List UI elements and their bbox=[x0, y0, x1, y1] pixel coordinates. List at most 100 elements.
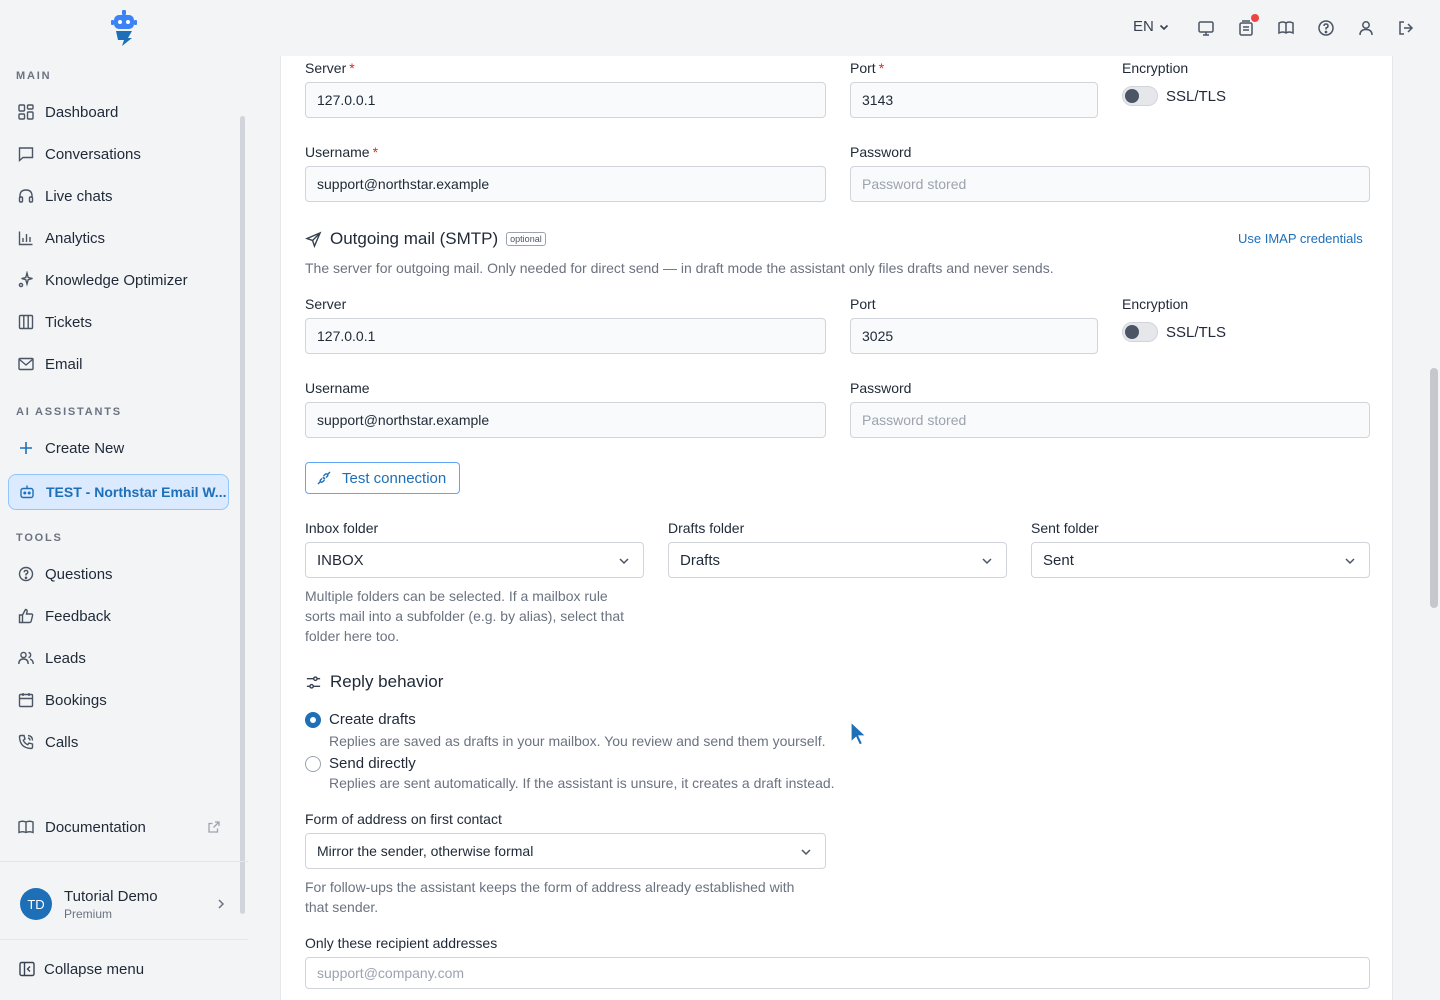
test-connection-label: Test connection bbox=[342, 469, 447, 487]
sent-folder-select[interactable]: Sent bbox=[1031, 542, 1370, 578]
sidebar-item-email[interactable]: Email bbox=[8, 346, 229, 382]
reply-behavior-title: Reply behavior bbox=[305, 672, 443, 692]
send-directly-description: Replies are sent automatically. If the a… bbox=[329, 775, 835, 791]
chevron-right-icon bbox=[218, 899, 225, 909]
sidebar-item-knowledge-optimizer[interactable]: Knowledge Optimizer bbox=[8, 262, 229, 298]
smtp-ssl-toggle[interactable]: SSL/TLS bbox=[1122, 322, 1226, 342]
chevron-down-icon bbox=[982, 558, 992, 565]
form-of-address-value: Mirror the sender, otherwise formal bbox=[317, 843, 534, 859]
collapse-menu-button[interactable]: Collapse menu bbox=[18, 960, 144, 978]
smtp-password-label: Password bbox=[850, 380, 912, 396]
form-of-address-hint: For follow-ups the assistant keeps the f… bbox=[305, 877, 794, 917]
folder-hint: Multiple folders can be selected. If a m… bbox=[305, 586, 650, 646]
smtp-port-label: Port bbox=[850, 296, 876, 312]
recipient-addresses-label: Only these recipient addresses bbox=[305, 935, 498, 951]
inbox-folder-select[interactable]: INBOX bbox=[305, 542, 644, 578]
toggle-switch[interactable] bbox=[1122, 322, 1158, 342]
sidebar-item-label: Questions bbox=[45, 565, 113, 583]
logout-icon[interactable] bbox=[1396, 18, 1416, 38]
use-imap-credentials-link[interactable]: Use IMAP credentials bbox=[1238, 231, 1363, 246]
sidebar-item-label: Email bbox=[45, 355, 83, 373]
sidebar-item-live-chats[interactable]: Live chats bbox=[8, 178, 229, 214]
smtp-encryption-label: Encryption bbox=[1122, 296, 1189, 312]
sidebar-item-label: Leads bbox=[45, 649, 86, 667]
profile-info: Tutorial Demo Premium bbox=[64, 888, 158, 921]
sidebar-item-questions[interactable]: Questions bbox=[8, 556, 229, 592]
create-drafts-title: Create drafts bbox=[329, 711, 416, 728]
radio-button[interactable] bbox=[305, 756, 321, 772]
sidebar-item-label: Conversations bbox=[45, 145, 141, 163]
smtp-server-input[interactable]: 127.0.0.1 bbox=[305, 318, 826, 354]
recipient-addresses-input[interactable]: support@company.com bbox=[305, 957, 1370, 989]
sidebar-item-calls[interactable]: Calls bbox=[8, 724, 229, 760]
language-label: EN bbox=[1133, 18, 1154, 35]
imap-ssl-toggle[interactable]: SSL/TLS bbox=[1122, 86, 1226, 106]
form-of-address-select[interactable]: Mirror the sender, otherwise formal bbox=[305, 833, 826, 869]
book-open-icon[interactable] bbox=[1276, 18, 1296, 38]
user-profile[interactable]: TD Tutorial Demo Premium bbox=[8, 880, 240, 928]
sidebar-item-dashboard[interactable]: Dashboard bbox=[8, 94, 229, 130]
drafts-folder-select[interactable]: Drafts bbox=[668, 542, 1007, 578]
reply-option-create-drafts[interactable]: Create drafts Replies are saved as draft… bbox=[305, 711, 826, 749]
calendar-icon bbox=[18, 693, 34, 708]
imap-server-input[interactable]: 127.0.0.1 bbox=[305, 82, 826, 118]
mouse-cursor-icon bbox=[850, 720, 868, 746]
sidebar-item-bookings[interactable]: Bookings bbox=[8, 682, 229, 718]
book-icon bbox=[18, 820, 34, 834]
sidebar-item-leads[interactable]: Leads bbox=[8, 640, 229, 676]
smtp-username-input[interactable]: support@northstar.example bbox=[305, 402, 826, 438]
sidebar-item-label: Bookings bbox=[45, 691, 107, 709]
plug-icon bbox=[317, 471, 331, 485]
sidebar-collapse-icon bbox=[19, 961, 35, 977]
sidebar-item-label: Calls bbox=[45, 733, 79, 751]
imap-port-input[interactable]: 3143 bbox=[850, 82, 1098, 118]
sidebar-item-conversations[interactable]: Conversations bbox=[8, 136, 229, 172]
sidebar-scrollbar[interactable] bbox=[240, 116, 245, 914]
sidebar-divider bbox=[0, 861, 248, 862]
sidebar-item-label: Knowledge Optimizer bbox=[45, 271, 188, 289]
create-drafts-description: Replies are saved as drafts in your mail… bbox=[329, 733, 826, 749]
sidebar-item-active-assistant[interactable]: TEST - Northstar Email W... bbox=[8, 474, 229, 510]
reply-option-send-directly[interactable]: Send directly Replies are sent automatic… bbox=[305, 755, 835, 791]
smtp-port-input[interactable]: 3025 bbox=[850, 318, 1098, 354]
question-icon bbox=[18, 566, 34, 582]
smtp-description: The server for outgoing mail. Only neede… bbox=[305, 260, 1054, 276]
create-new-assistant-button[interactable]: Create New bbox=[8, 430, 229, 466]
folder-hint-line: Multiple folders can be selected. If a m… bbox=[305, 588, 608, 604]
test-connection-button[interactable]: Test connection bbox=[305, 462, 460, 494]
app-logo[interactable] bbox=[110, 10, 138, 46]
toggle-switch[interactable] bbox=[1122, 86, 1158, 106]
address-hint-line: For follow-ups the assistant keeps the f… bbox=[305, 879, 795, 895]
create-new-label: Create New bbox=[45, 439, 125, 457]
imap-port-label: Port * bbox=[850, 60, 885, 76]
sidebar-item-label: Live chats bbox=[45, 187, 113, 205]
collapse-menu-label: Collapse menu bbox=[44, 960, 145, 978]
profile-name: Tutorial Demo bbox=[64, 887, 158, 905]
sidebar: MAIN Dashboard Conversations Live chats … bbox=[0, 56, 248, 1000]
language-selector[interactable]: EN bbox=[1133, 18, 1170, 35]
sidebar-item-feedback[interactable]: Feedback bbox=[8, 598, 229, 634]
sidebar-item-documentation[interactable]: Documentation bbox=[8, 809, 229, 845]
section-tools-heading: TOOLS bbox=[16, 532, 63, 544]
help-icon[interactable] bbox=[1316, 18, 1336, 38]
sidebar-item-label: Analytics bbox=[45, 229, 106, 247]
smtp-password-input[interactable]: Password stored bbox=[850, 402, 1370, 438]
smtp-ssl-label: SSL/TLS bbox=[1166, 323, 1227, 341]
sidebar-item-analytics[interactable]: Analytics bbox=[8, 220, 229, 256]
imap-server-label: Server * bbox=[305, 60, 355, 76]
sent-folder-label: Sent folder bbox=[1031, 520, 1099, 536]
radio-button-selected[interactable] bbox=[305, 712, 321, 728]
notifications-icon[interactable] bbox=[1236, 14, 1259, 38]
imap-password-input[interactable]: Password stored bbox=[850, 166, 1370, 202]
main-scrollbar-thumb[interactable] bbox=[1430, 368, 1438, 608]
robot-icon bbox=[20, 485, 34, 499]
monitor-icon[interactable] bbox=[1196, 18, 1216, 38]
optional-badge: optional bbox=[506, 232, 546, 246]
imap-username-input[interactable]: support@northstar.example bbox=[305, 166, 826, 202]
users-icon bbox=[18, 651, 34, 665]
mail-icon bbox=[18, 357, 34, 371]
user-icon[interactable] bbox=[1356, 18, 1376, 38]
sidebar-item-tickets[interactable]: Tickets bbox=[8, 304, 229, 340]
dashboard-icon bbox=[18, 104, 34, 120]
sidebar-item-label: Documentation bbox=[45, 818, 146, 836]
